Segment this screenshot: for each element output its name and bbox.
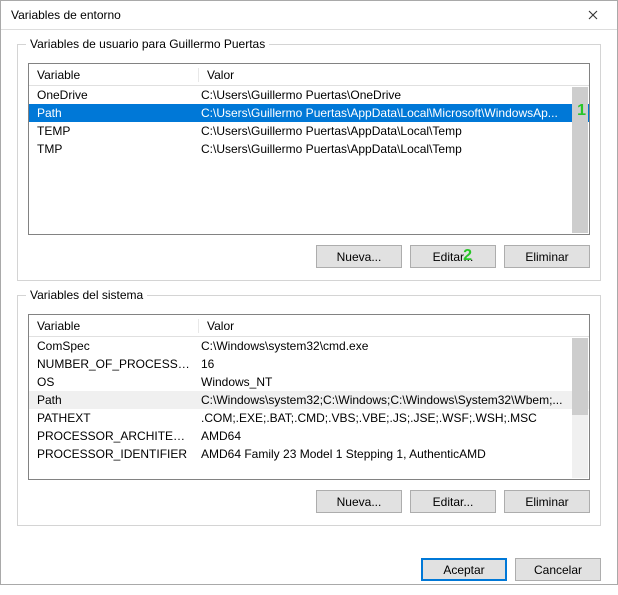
user-table-body: OneDriveC:\Users\Guillermo Puertas\OneDr… (29, 86, 589, 234)
cancel-button[interactable]: Cancelar (515, 558, 601, 581)
cell-variable: TMP (29, 142, 199, 156)
sys-vars-group: Variables del sistema Variable Valor Com… (17, 295, 601, 526)
cell-value: Windows_NT (199, 375, 589, 389)
sys-table-body: ComSpecC:\Windows\system32\cmd.exeNUMBER… (29, 337, 589, 479)
sys-button-row: Nueva... Editar... Eliminar (28, 490, 590, 513)
user-vars-table[interactable]: Variable Valor OneDriveC:\Users\Guillerm… (28, 63, 590, 235)
sys-new-button[interactable]: Nueva... (316, 490, 402, 513)
user-vars-legend: Variables de usuario para Guillermo Puer… (26, 37, 269, 51)
table-row[interactable]: PROCESSOR_IDENTIFIERAMD64 Family 23 Mode… (29, 445, 589, 463)
sys-edit-button[interactable]: Editar... (410, 490, 496, 513)
scroll-thumb[interactable] (572, 338, 588, 415)
table-row[interactable]: ComSpecC:\Windows\system32\cmd.exe (29, 337, 589, 355)
col-header-variable[interactable]: Variable (29, 319, 199, 333)
cell-value: C:\Windows\system32;C:\Windows;C:\Window… (199, 393, 589, 407)
cell-variable: Path (29, 393, 199, 407)
cell-value: AMD64 (199, 429, 589, 443)
cell-variable: PROCESSOR_IDENTIFIER (29, 447, 199, 461)
table-row[interactable]: OSWindows_NT (29, 373, 589, 391)
scrollbar[interactable] (572, 87, 588, 233)
cell-variable: OneDrive (29, 88, 199, 102)
cell-variable: TEMP (29, 124, 199, 138)
env-vars-dialog: Variables de entorno Variables de usuari… (0, 0, 618, 585)
dialog-content: Variables de usuario para Guillermo Puer… (1, 30, 617, 552)
cell-variable: PROCESSOR_ARCHITECTURE (29, 429, 199, 443)
titlebar: Variables de entorno (1, 1, 617, 30)
col-header-value[interactable]: Valor (199, 319, 242, 333)
cell-variable: ComSpec (29, 339, 199, 353)
cell-value: C:\Windows\system32\cmd.exe (199, 339, 589, 353)
sys-vars-legend: Variables del sistema (26, 288, 147, 302)
table-row[interactable]: TEMPC:\Users\Guillermo Puertas\AppData\L… (29, 122, 589, 140)
table-row[interactable]: PATHEXT.COM;.EXE;.BAT;.CMD;.VBS;.VBE;.JS… (29, 409, 589, 427)
table-row[interactable]: OneDriveC:\Users\Guillermo Puertas\OneDr… (29, 86, 589, 104)
user-vars-group: Variables de usuario para Guillermo Puer… (17, 44, 601, 281)
table-row[interactable]: PathC:\Users\Guillermo Puertas\AppData\L… (29, 104, 589, 122)
sys-delete-button[interactable]: Eliminar (504, 490, 590, 513)
cell-variable: Path (29, 106, 199, 120)
cell-variable: NUMBER_OF_PROCESSORS (29, 357, 199, 371)
dialog-footer: Aceptar Cancelar (1, 552, 617, 595)
sys-vars-table[interactable]: Variable Valor ComSpecC:\Windows\system3… (28, 314, 590, 480)
table-row[interactable]: NUMBER_OF_PROCESSORS16 (29, 355, 589, 373)
table-row[interactable]: TMPC:\Users\Guillermo Puertas\AppData\Lo… (29, 140, 589, 158)
close-icon (588, 10, 598, 20)
table-row[interactable]: PathC:\Windows\system32;C:\Windows;C:\Wi… (29, 391, 589, 409)
cell-variable: PATHEXT (29, 411, 199, 425)
cell-value: C:\Users\Guillermo Puertas\AppData\Local… (199, 124, 589, 138)
cell-value: .COM;.EXE;.BAT;.CMD;.VBS;.VBE;.JS;.JSE;.… (199, 411, 589, 425)
cell-value: C:\Users\Guillermo Puertas\AppData\Local… (199, 106, 589, 120)
cell-value: 16 (199, 357, 589, 371)
cell-variable: OS (29, 375, 199, 389)
close-button[interactable] (573, 1, 613, 29)
user-table-header: Variable Valor (29, 64, 589, 86)
user-edit-button[interactable]: Editar... (410, 245, 496, 268)
user-button-row: Nueva... Editar... Eliminar 2 (28, 245, 590, 268)
col-header-value[interactable]: Valor (199, 68, 242, 82)
user-new-button[interactable]: Nueva... (316, 245, 402, 268)
cell-value: AMD64 Family 23 Model 1 Stepping 1, Auth… (199, 447, 589, 461)
user-delete-button[interactable]: Eliminar (504, 245, 590, 268)
scrollbar[interactable] (572, 338, 588, 478)
table-row[interactable]: PROCESSOR_ARCHITECTUREAMD64 (29, 427, 589, 445)
window-title: Variables de entorno (11, 8, 121, 22)
cell-value: C:\Users\Guillermo Puertas\AppData\Local… (199, 142, 589, 156)
col-header-variable[interactable]: Variable (29, 68, 199, 82)
sys-table-header: Variable Valor (29, 315, 589, 337)
ok-button[interactable]: Aceptar (421, 558, 507, 581)
cell-value: C:\Users\Guillermo Puertas\OneDrive (199, 88, 589, 102)
scroll-thumb[interactable] (572, 87, 588, 233)
